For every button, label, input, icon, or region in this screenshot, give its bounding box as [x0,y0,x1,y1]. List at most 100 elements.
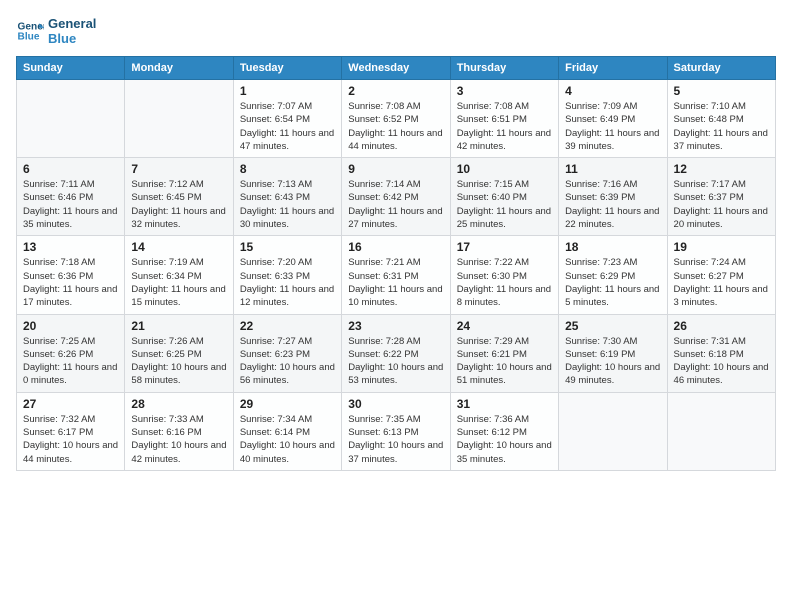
day-number: 16 [348,240,443,254]
day-number: 19 [674,240,769,254]
day-detail: Sunrise: 7:26 AM Sunset: 6:25 PM Dayligh… [131,335,226,388]
day-number: 22 [240,319,335,333]
day-header-sunday: Sunday [17,57,125,80]
calendar-cell: 18 Sunrise: 7:23 AM Sunset: 6:29 PM Dayli… [559,236,667,314]
day-detail: Sunrise: 7:21 AM Sunset: 6:31 PM Dayligh… [348,256,443,309]
calendar-cell: 19 Sunrise: 7:24 AM Sunset: 6:27 PM Dayli… [667,236,775,314]
calendar-cell: 20 Sunrise: 7:25 AM Sunset: 6:26 PM Dayli… [17,314,125,392]
calendar-cell: 3 Sunrise: 7:08 AM Sunset: 6:51 PM Daylig… [450,80,558,158]
day-header-tuesday: Tuesday [233,57,341,80]
day-detail: Sunrise: 7:18 AM Sunset: 6:36 PM Dayligh… [23,256,118,309]
calendar-cell [559,392,667,470]
logo: General Blue General Blue [16,16,96,46]
day-detail: Sunrise: 7:28 AM Sunset: 6:22 PM Dayligh… [348,335,443,388]
day-detail: Sunrise: 7:32 AM Sunset: 6:17 PM Dayligh… [23,413,118,466]
day-number: 2 [348,84,443,98]
day-detail: Sunrise: 7:36 AM Sunset: 6:12 PM Dayligh… [457,413,552,466]
day-number: 17 [457,240,552,254]
calendar-cell: 4Sunrise: 7:09 AM Sunset: 6:49 PM Daylig… [559,80,667,158]
logo-text: General Blue [48,16,96,46]
day-detail: Sunrise: 7:08 AM Sunset: 6:52 PM Dayligh… [348,100,443,153]
calendar-cell [667,392,775,470]
calendar-cell: 24Sunrise: 7:29 AM Sunset: 6:21 PM Dayli… [450,314,558,392]
day-number: 7 [131,162,226,176]
day-number: 20 [23,319,118,333]
day-number: 5 [674,84,769,98]
calendar-cell: 9 Sunrise: 7:14 AM Sunset: 6:42 PM Daylig… [342,158,450,236]
day-detail: Sunrise: 7:15 AM Sunset: 6:40 PM Dayligh… [457,178,552,231]
day-detail: Sunrise: 7:22 AM Sunset: 6:30 PM Dayligh… [457,256,552,309]
calendar-cell: 6Sunrise: 7:11 AM Sunset: 6:46 PM Daylig… [17,158,125,236]
calendar-cell: 28Sunrise: 7:33 AM Sunset: 6:16 PM Dayli… [125,392,233,470]
day-detail: Sunrise: 7:30 AM Sunset: 6:19 PM Dayligh… [565,335,660,388]
day-number: 12 [674,162,769,176]
page-header: General Blue General Blue [16,16,776,46]
calendar-week-4: 20 Sunrise: 7:25 AM Sunset: 6:26 PM Dayli… [17,314,776,392]
calendar-week-1: 1 Sunrise: 7:07 AM Sunset: 6:54 PM Daylig… [17,80,776,158]
day-number: 21 [131,319,226,333]
day-number: 15 [240,240,335,254]
day-number: 8 [240,162,335,176]
calendar-cell: 31 Sunrise: 7:36 AM Sunset: 6:12 PM Dayli… [450,392,558,470]
calendar-cell: 22 Sunrise: 7:27 AM Sunset: 6:23 PM Dayli… [233,314,341,392]
calendar-cell: 23 Sunrise: 7:28 AM Sunset: 6:22 PM Dayli… [342,314,450,392]
day-detail: Sunrise: 7:08 AM Sunset: 6:51 PM Dayligh… [457,100,552,153]
day-number: 18 [565,240,660,254]
calendar-week-3: 13Sunrise: 7:18 AM Sunset: 6:36 PM Dayli… [17,236,776,314]
day-number: 29 [240,397,335,411]
day-detail: Sunrise: 7:34 AM Sunset: 6:14 PM Dayligh… [240,413,335,466]
day-detail: Sunrise: 7:12 AM Sunset: 6:45 PM Dayligh… [131,178,226,231]
day-header-thursday: Thursday [450,57,558,80]
day-number: 25 [565,319,660,333]
logo-blue: Blue [48,31,76,46]
calendar-cell: 27 Sunrise: 7:32 AM Sunset: 6:17 PM Dayli… [17,392,125,470]
calendar-cell [125,80,233,158]
logo-icon: General Blue [16,17,44,45]
calendar-cell: 15Sunrise: 7:20 AM Sunset: 6:33 PM Dayli… [233,236,341,314]
calendar-week-2: 6Sunrise: 7:11 AM Sunset: 6:46 PM Daylig… [17,158,776,236]
day-number: 31 [457,397,552,411]
day-number: 26 [674,319,769,333]
calendar-header-row: SundayMondayTuesdayWednesdayThursdayFrid… [17,57,776,80]
day-detail: Sunrise: 7:14 AM Sunset: 6:42 PM Dayligh… [348,178,443,231]
calendar-table: SundayMondayTuesdayWednesdayThursdayFrid… [16,56,776,471]
calendar-cell [17,80,125,158]
calendar-cell: 30Sunrise: 7:35 AM Sunset: 6:13 PM Dayli… [342,392,450,470]
day-detail: Sunrise: 7:23 AM Sunset: 6:29 PM Dayligh… [565,256,660,309]
calendar-cell: 17 Sunrise: 7:22 AM Sunset: 6:30 PM Dayli… [450,236,558,314]
day-detail: Sunrise: 7:29 AM Sunset: 6:21 PM Dayligh… [457,335,552,388]
calendar-cell: 7 Sunrise: 7:12 AM Sunset: 6:45 PM Daylig… [125,158,233,236]
calendar-cell: 1 Sunrise: 7:07 AM Sunset: 6:54 PM Daylig… [233,80,341,158]
day-detail: Sunrise: 7:11 AM Sunset: 6:46 PM Dayligh… [23,178,118,231]
day-detail: Sunrise: 7:10 AM Sunset: 6:48 PM Dayligh… [674,100,769,153]
calendar-cell: 14Sunrise: 7:19 AM Sunset: 6:34 PM Dayli… [125,236,233,314]
day-header-friday: Friday [559,57,667,80]
calendar-cell: 12 Sunrise: 7:17 AM Sunset: 6:37 PM Dayli… [667,158,775,236]
day-number: 10 [457,162,552,176]
day-detail: Sunrise: 7:17 AM Sunset: 6:37 PM Dayligh… [674,178,769,231]
calendar-week-5: 27 Sunrise: 7:32 AM Sunset: 6:17 PM Dayli… [17,392,776,470]
logo-general: General [48,16,96,31]
day-number: 27 [23,397,118,411]
day-detail: Sunrise: 7:07 AM Sunset: 6:54 PM Dayligh… [240,100,335,153]
day-detail: Sunrise: 7:25 AM Sunset: 6:26 PM Dayligh… [23,335,118,388]
calendar-cell: 29 Sunrise: 7:34 AM Sunset: 6:14 PM Dayli… [233,392,341,470]
day-header-monday: Monday [125,57,233,80]
day-number: 9 [348,162,443,176]
day-number: 3 [457,84,552,98]
calendar-cell: 8 Sunrise: 7:13 AM Sunset: 6:43 PM Daylig… [233,158,341,236]
day-detail: Sunrise: 7:13 AM Sunset: 6:43 PM Dayligh… [240,178,335,231]
calendar-cell: 10 Sunrise: 7:15 AM Sunset: 6:40 PM Dayli… [450,158,558,236]
calendar-cell: 26Sunrise: 7:31 AM Sunset: 6:18 PM Dayli… [667,314,775,392]
day-detail: Sunrise: 7:27 AM Sunset: 6:23 PM Dayligh… [240,335,335,388]
calendar-cell: 21 Sunrise: 7:26 AM Sunset: 6:25 PM Dayli… [125,314,233,392]
day-detail: Sunrise: 7:24 AM Sunset: 6:27 PM Dayligh… [674,256,769,309]
day-detail: Sunrise: 7:35 AM Sunset: 6:13 PM Dayligh… [348,413,443,466]
day-number: 11 [565,162,660,176]
day-number: 23 [348,319,443,333]
day-detail: Sunrise: 7:33 AM Sunset: 6:16 PM Dayligh… [131,413,226,466]
day-number: 4 [565,84,660,98]
day-number: 1 [240,84,335,98]
day-number: 14 [131,240,226,254]
day-header-wednesday: Wednesday [342,57,450,80]
